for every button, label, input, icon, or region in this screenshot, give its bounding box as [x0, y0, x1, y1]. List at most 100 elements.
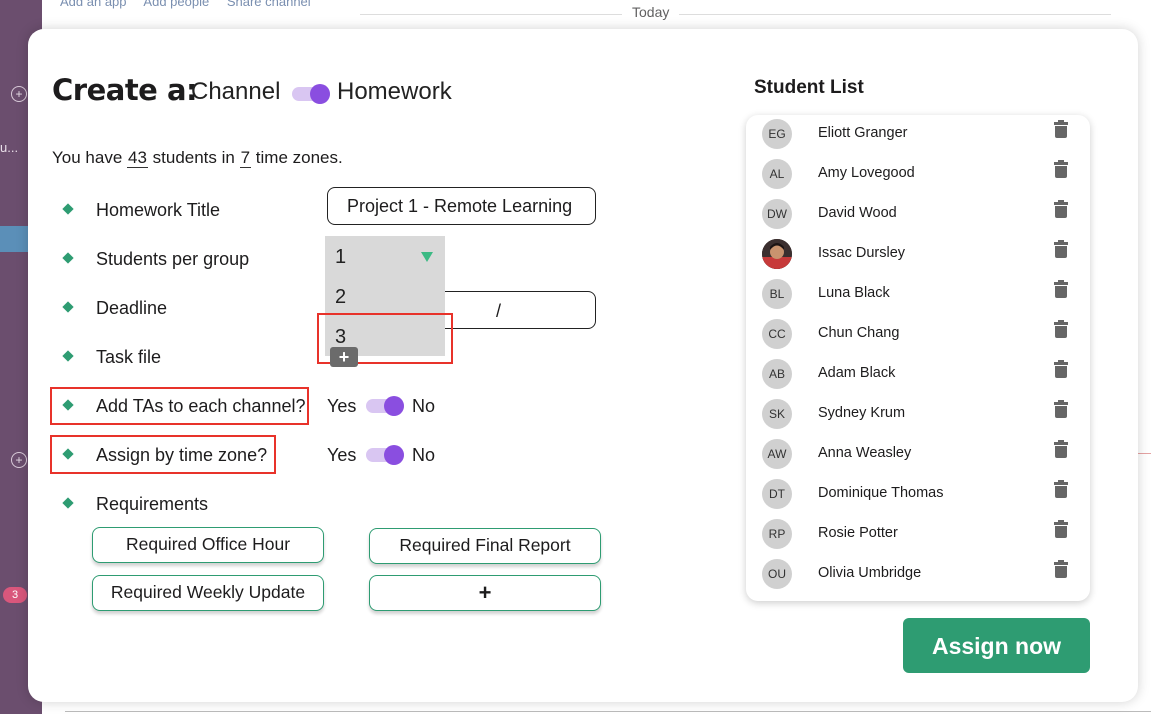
student-row: SK Sydney Krum	[746, 395, 1090, 435]
add-tas-yes-label[interactable]: Yes	[327, 396, 356, 417]
homework-title-label: Homework Title	[96, 200, 221, 220]
trash-icon[interactable]	[1054, 560, 1068, 578]
trash-icon[interactable]	[1054, 200, 1068, 218]
group-option-2[interactable]: 2	[335, 286, 346, 309]
student-row: AB Adam Black	[746, 355, 1090, 395]
student-name: Luna Black	[818, 285, 890, 301]
student-name: Chun Chang	[818, 325, 900, 341]
bullet-icon	[62, 497, 74, 509]
date-divider-label: Today	[622, 4, 680, 20]
composer-border	[65, 711, 1151, 712]
student-list: EG Eliott Granger AL Amy Lovegood DW Dav…	[746, 115, 1090, 601]
sidebar-truncated-label: u...	[0, 140, 19, 155]
add-file-button[interactable]: +	[330, 347, 358, 367]
avatar: OU	[762, 559, 792, 589]
new-messages-line	[1137, 453, 1151, 454]
students-per-group-label: Students per group	[96, 249, 250, 269]
bullet-icon	[62, 301, 74, 313]
sidebar-active-item[interactable]	[0, 226, 28, 252]
trash-icon[interactable]	[1054, 520, 1068, 538]
student-list-title: Student List	[754, 77, 864, 98]
trash-icon[interactable]	[1054, 320, 1068, 338]
student-name: Sydney Krum	[818, 405, 906, 421]
student-row: DW David Wood	[746, 195, 1090, 235]
avatar: AL	[762, 159, 792, 189]
trash-icon[interactable]	[1054, 400, 1068, 418]
avatar: AW	[762, 439, 792, 469]
date-separator: /	[496, 301, 502, 321]
group-option-1[interactable]: 1	[335, 246, 346, 269]
student-name: Amy Lovegood	[818, 165, 915, 181]
assign-timezone-no-label[interactable]: No	[412, 445, 435, 466]
add-tas-toggle[interactable]	[366, 396, 404, 416]
avatar: SK	[762, 399, 792, 429]
channel-option-label[interactable]: Channel	[191, 78, 280, 106]
add-tas-no-label[interactable]: No	[412, 396, 435, 417]
student-row: Issac Dursley	[746, 235, 1090, 275]
avatar: DT	[762, 479, 792, 509]
channel-homework-toggle[interactable]	[292, 84, 330, 104]
add-app-link[interactable]: Add an app	[60, 0, 127, 9]
assign-timezone-toggle[interactable]	[366, 445, 404, 465]
avatar: CC	[762, 319, 792, 349]
student-name: Issac Dursley	[818, 245, 906, 261]
trash-icon[interactable]	[1054, 480, 1068, 498]
create-title: Create a:	[52, 73, 198, 107]
requirements-label: Requirements	[96, 494, 209, 514]
avatar: EG	[762, 119, 792, 149]
trash-icon[interactable]	[1054, 160, 1068, 178]
timezone-count[interactable]: 7	[239, 148, 252, 168]
trash-icon[interactable]	[1054, 120, 1068, 138]
channel-toolbar: Add an app Add people Share channel	[60, 0, 325, 9]
student-name: Olivia Umbridge	[818, 565, 922, 581]
student-row: EG Eliott Granger	[746, 115, 1090, 155]
student-count[interactable]: 43	[127, 148, 148, 168]
trash-icon[interactable]	[1054, 360, 1068, 378]
student-row: AW Anna Weasley	[746, 435, 1090, 475]
create-homework-modal: Create a: Channel Homework You have 43 s…	[28, 29, 1138, 702]
required-office-hour-button[interactable]: Required Office Hour	[92, 527, 324, 563]
assign-timezone-yes-label[interactable]: Yes	[327, 445, 356, 466]
trash-icon[interactable]	[1054, 440, 1068, 458]
avatar: DW	[762, 199, 792, 229]
student-name: Dominique Thomas	[818, 485, 944, 501]
required-weekly-update-button[interactable]: Required Weekly Update	[92, 575, 324, 611]
add-people-link[interactable]: Add people	[143, 0, 209, 9]
student-summary: You have 43 students in 7 time zones.	[52, 148, 343, 168]
task-file-label: Task file	[96, 347, 162, 367]
student-row: RP Rosie Potter	[746, 515, 1090, 555]
add-requirement-button[interactable]: +	[369, 575, 601, 611]
bullet-icon	[62, 350, 74, 362]
required-final-report-button[interactable]: Required Final Report	[369, 528, 601, 564]
student-name: Rosie Potter	[818, 525, 898, 541]
student-row: AL Amy Lovegood	[746, 155, 1090, 195]
avatar: AB	[762, 359, 792, 389]
student-row: BL Luna Black	[746, 275, 1090, 315]
homework-option-label[interactable]: Homework	[337, 78, 452, 106]
dropdown-caret-icon[interactable]	[421, 252, 433, 262]
deadline-label: Deadline	[96, 298, 168, 318]
unread-badge: 3	[3, 587, 27, 603]
student-row: CC Chun Chang	[746, 315, 1090, 355]
student-row: DT Dominique Thomas	[746, 475, 1090, 515]
student-name: Eliott Granger	[818, 125, 908, 141]
student-name: David Wood	[818, 205, 897, 221]
add-icon[interactable]: +	[11, 452, 27, 468]
highlight-box	[50, 387, 309, 425]
trash-icon[interactable]	[1054, 240, 1068, 258]
date-divider-line	[360, 14, 1111, 15]
share-channel-link[interactable]: Share channel	[227, 0, 311, 9]
bullet-icon	[62, 252, 74, 264]
homework-title-input[interactable]: Project 1 - Remote Learning	[327, 187, 596, 225]
student-name: Adam Black	[818, 365, 896, 381]
student-row: OU Olivia Umbridge	[746, 555, 1090, 595]
avatar: BL	[762, 279, 792, 309]
highlight-box	[50, 435, 276, 474]
trash-icon[interactable]	[1054, 280, 1068, 298]
assign-now-button[interactable]: Assign now	[903, 618, 1090, 673]
add-icon[interactable]: +	[11, 86, 27, 102]
avatar: RP	[762, 519, 792, 549]
avatar-photo	[762, 239, 792, 269]
student-name: Anna Weasley	[818, 445, 912, 461]
bullet-icon	[62, 203, 74, 215]
